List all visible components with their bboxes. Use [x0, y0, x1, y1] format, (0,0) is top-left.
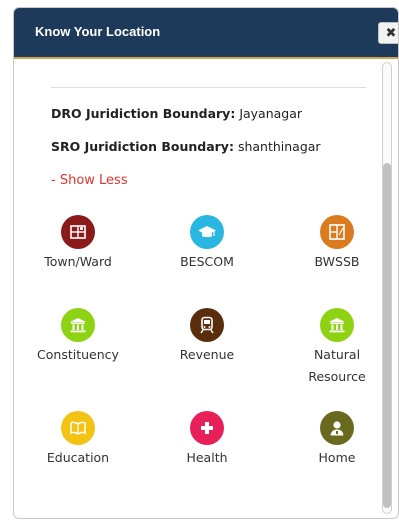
tile-natural-resource[interactable]: Natural Resource	[291, 308, 383, 388]
tile-label: Health	[186, 450, 228, 465]
tile-health[interactable]: Health	[161, 411, 253, 469]
graduation-cap-icon	[190, 215, 224, 249]
scrollbar-thumb[interactable]	[383, 163, 391, 508]
panel-header: Know Your Location ✖	[14, 8, 398, 59]
tile-label: BWSSB	[314, 254, 360, 269]
tile-constituency[interactable]: Constituency	[32, 308, 124, 366]
panel-title: Know Your Location	[35, 24, 161, 39]
tile-label: Education	[46, 450, 110, 465]
tile-label-line2: Resource	[308, 369, 366, 384]
dro-label: DRO Juridiction Boundary:	[51, 106, 236, 121]
show-less-link[interactable]: - Show Less	[51, 173, 128, 188]
tile-label: Home	[318, 450, 356, 465]
tile-bwssb[interactable]: BWSSB	[291, 215, 383, 273]
tile-label: BESCOM	[180, 254, 234, 269]
map-grid-icon	[61, 215, 95, 249]
person-badge-icon	[320, 411, 354, 445]
dro-value: Jayanagar	[239, 106, 303, 121]
book-icon	[61, 411, 95, 445]
tile-revenue[interactable]: Revenue	[161, 308, 253, 366]
dro-boundary-line: DRO Juridiction Boundary: Jayanagar	[51, 106, 302, 121]
tile-education[interactable]: Education	[32, 411, 124, 469]
sro-label: SRO Juridiction Boundary:	[51, 139, 234, 154]
sro-boundary-line: SRO Juridiction Boundary: shanthinagar	[51, 139, 321, 154]
divider	[51, 87, 366, 88]
tile-label: Town/Ward	[44, 254, 112, 269]
sro-value: shanthinagar	[237, 139, 321, 154]
tile-label: Natural	[313, 347, 361, 362]
government-building-icon	[320, 308, 354, 342]
tile-label: Revenue	[179, 347, 235, 362]
floorplan-icon	[320, 215, 354, 249]
know-your-location-panel: Know Your Location ✖ DRO Juridiction Bou…	[13, 7, 399, 519]
tile-bescom[interactable]: BESCOM	[161, 215, 253, 273]
train-icon	[190, 308, 224, 342]
tile-home[interactable]: Home	[291, 411, 383, 469]
tile-town-ward[interactable]: Town/Ward	[32, 215, 124, 273]
vertical-scrollbar[interactable]	[382, 62, 392, 514]
government-building-icon	[61, 308, 95, 342]
tile-label: Constituency	[37, 347, 119, 362]
medical-cross-icon	[190, 411, 224, 445]
close-button[interactable]: ✖	[378, 22, 398, 44]
